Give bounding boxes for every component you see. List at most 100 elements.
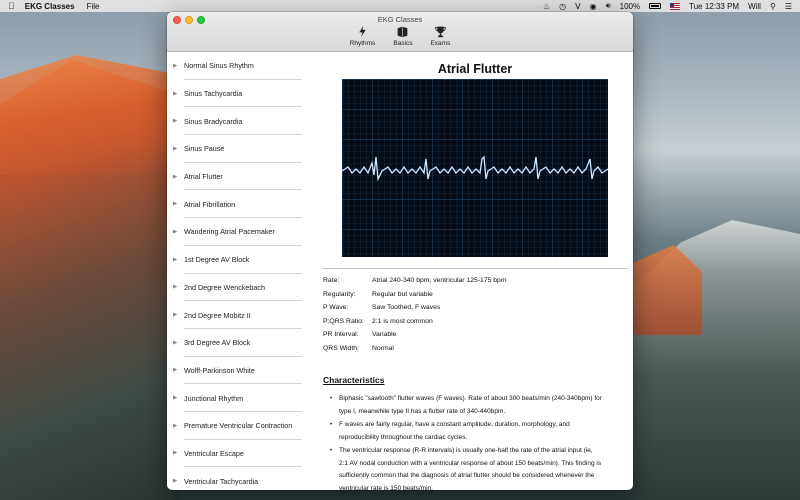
- app-window: EKG Classes Rhythms Basics Exams ▶ Normal…: [167, 12, 633, 490]
- bullet-icon: •: [329, 421, 333, 428]
- menu-user[interactable]: Will: [748, 2, 761, 11]
- notification-center-icon[interactable]: ☰: [785, 2, 792, 11]
- notification-bell-icon[interactable]: ♨: [543, 2, 550, 11]
- disclosure-triangle-icon: ▶: [173, 312, 178, 319]
- characteristic-text: Biphasic "sawtooth" flutter waves (F wav…: [339, 395, 602, 415]
- battery-icon[interactable]: [649, 3, 662, 9]
- sidebar-item-label: Sinus Tachycardia: [184, 89, 243, 99]
- sidebar-item-3rd-degree-av-block[interactable]: ▶ 3rd Degree AV Block: [167, 329, 307, 357]
- menu-app-name[interactable]: EKG Classes: [25, 2, 75, 11]
- menu-bar:  EKG Classes File ♨ ◷ ᐯ ◉ 🔊︎ 100% Tue 1…: [0, 0, 800, 12]
- sidebar-item-label: 1st Degree AV Block: [184, 255, 250, 265]
- sidebar-item-label: 3rd Degree AV Block: [184, 338, 251, 348]
- bullet-icon: •: [329, 395, 333, 402]
- rhythm-sidebar: ▶ Normal Sinus Rhythm ▶ Sinus Tachycardia …: [167, 52, 307, 490]
- sidebar-item-label: Junctional Rhythm: [184, 393, 244, 403]
- list-item: • Biphasic "sawtooth" flutter waves (F wa…: [323, 393, 603, 418]
- trophy-icon: [435, 26, 446, 38]
- property-value: Atrial 240-340 bpm, ventricular 125-175 …: [372, 277, 507, 285]
- toolbar-rhythms-button[interactable]: Rhythms: [349, 25, 376, 47]
- sidebar-item-normal-sinus-rhythm[interactable]: ▶ Normal Sinus Rhythm: [167, 52, 307, 80]
- sidebar-item-ventricular-escape[interactable]: ▶ Ventricular Escape: [167, 440, 307, 468]
- menu-file[interactable]: File: [87, 2, 100, 11]
- book-icon: [398, 26, 408, 38]
- sidebar-item-label: Normal Sinus Rhythm: [184, 61, 254, 71]
- disclosure-triangle-icon: ▶: [173, 256, 178, 263]
- disclosure-triangle-icon: ▶: [173, 339, 178, 346]
- bullet-icon: •: [329, 447, 333, 454]
- sidebar-item-label: Atrial Flutter: [184, 172, 223, 182]
- disclosure-triangle-icon: ▶: [173, 62, 178, 69]
- apple-icon[interactable]: : [8, 1, 15, 11]
- bluetooth-icon[interactable]: ᐯ: [575, 2, 580, 11]
- sidebar-item-atrial-fibrillation[interactable]: ▶ Atrial Fibrillation: [167, 190, 307, 218]
- sidebar-item-2nd-degree-wenckebach[interactable]: ▶ 2nd Degree Wenckebach: [167, 274, 307, 302]
- battery-percent[interactable]: 100%: [620, 2, 640, 11]
- sidebar-item-premature-ventricular-contraction[interactable]: ▶ Premature Ventricular Contraction: [167, 412, 307, 440]
- time-machine-icon[interactable]: ◷: [559, 2, 566, 11]
- volume-icon[interactable]: 🔊︎: [606, 1, 611, 11]
- sidebar-item-label: Ventricular Escape: [184, 448, 244, 458]
- property-row: QRS Width: Normal: [323, 342, 507, 356]
- property-label: Regularity:: [323, 290, 356, 298]
- property-value: 2:1 is most common: [372, 317, 433, 325]
- characteristic-text: F waves are fairly regular, have a const…: [339, 421, 570, 441]
- list-item: • F waves are fairly regular, have a cons…: [323, 419, 603, 444]
- disclosure-triangle-icon: ▶: [173, 450, 178, 457]
- sidebar-item-2nd-degree-mobitz-ii[interactable]: ▶ 2nd Degree Mobitz II: [167, 301, 307, 329]
- property-row: P Wave: Saw Toothed, F waves: [323, 301, 507, 315]
- sidebar-item-1st-degree-av-block[interactable]: ▶ 1st Degree AV Block: [167, 246, 307, 274]
- disclosure-triangle-icon: ▶: [173, 201, 178, 208]
- menu-bar-status: ♨ ◷ ᐯ ◉ 🔊︎ 100% Tue 12:33 PM Will ⚲ ☰: [543, 1, 792, 11]
- disclosure-triangle-icon: ▶: [173, 478, 178, 485]
- property-value: Normal: [372, 344, 394, 352]
- wifi-icon[interactable]: ◉: [590, 2, 597, 11]
- sidebar-item-sinus-pause[interactable]: ▶ Sinus Pause: [167, 135, 307, 163]
- window-titlebar: EKG Classes Rhythms Basics Exams: [167, 12, 633, 52]
- property-value: Saw Toothed, F waves: [372, 304, 441, 312]
- rhythm-detail: Atrial Flutter Rate: Atrial 240-340 bpm,…: [317, 52, 633, 490]
- toolbar-basics-button[interactable]: Basics: [393, 25, 412, 47]
- sidebar-item-wolff-parkinson-white[interactable]: ▶ Wolff-Parkinson White: [167, 357, 307, 385]
- property-row: Regularity: Regular but variable: [323, 288, 507, 302]
- list-item: • The ventricular response (R-R intervals…: [323, 445, 603, 490]
- sidebar-item-sinus-tachycardia[interactable]: ▶ Sinus Tachycardia: [167, 80, 307, 108]
- disclosure-triangle-icon: ▶: [173, 173, 178, 180]
- sidebar-item-sinus-bradycardia[interactable]: ▶ Sinus Bradycardia: [167, 107, 307, 135]
- property-value: Variable: [372, 331, 397, 339]
- ekg-strip-image: [341, 79, 609, 257]
- disclosure-triangle-icon: ▶: [173, 284, 178, 291]
- property-label: Rate:: [323, 277, 340, 285]
- toolbar-exams-label: Exams: [430, 40, 451, 47]
- disclosure-triangle-icon: ▶: [173, 422, 178, 429]
- sidebar-item-label: Sinus Bradycardia: [184, 116, 243, 126]
- spotlight-search-icon[interactable]: ⚲: [770, 2, 776, 11]
- property-label: P Wave:: [323, 304, 349, 312]
- disclosure-triangle-icon: ▶: [173, 395, 178, 402]
- us-flag-icon[interactable]: [670, 2, 681, 10]
- toolbar-basics-label: Basics: [393, 40, 413, 47]
- sidebar-item-label: Wolff-Parkinson White: [184, 365, 255, 375]
- sidebar-item-label: Premature Ventricular Contraction: [184, 421, 293, 431]
- sidebar-item-label: 2nd Degree Wenckebach: [184, 282, 265, 292]
- toolbar-exams-button[interactable]: Exams: [430, 25, 450, 47]
- toolbar-rhythms-label: Rhythms: [349, 40, 376, 47]
- characteristic-text: The ventricular response (R-R intervals)…: [339, 447, 602, 490]
- property-row: P:QRS Ratio: 2:1 is most common: [323, 315, 507, 329]
- sidebar-item-wandering-atrial-pacemaker[interactable]: ▶ Wandering Atrial Pacemaker: [167, 218, 307, 246]
- characteristics-list: • Biphasic "sawtooth" flutter waves (F wa…: [323, 393, 603, 490]
- sidebar-item-label: Wandering Atrial Pacemaker: [184, 227, 275, 237]
- sidebar-item-atrial-flutter[interactable]: ▶ Atrial Flutter: [167, 163, 307, 191]
- menu-clock[interactable]: Tue 12:33 PM: [689, 2, 739, 11]
- sidebar-item-label: Sinus Pause: [184, 144, 225, 154]
- rhythm-title: Atrial Flutter: [437, 62, 513, 76]
- property-label: P:QRS Ratio:: [323, 317, 364, 325]
- sidebar-item-ventricular-tachycardia[interactable]: ▶ Ventricular Tachycardia: [167, 467, 307, 490]
- sidebar-item-junctional-rhythm[interactable]: ▶ Junctional Rhythm: [167, 384, 307, 412]
- rhythm-properties: Rate: Atrial 240-340 bpm, ventricular 125…: [323, 274, 507, 355]
- property-row: Rate: Atrial 240-340 bpm, ventricular 125…: [323, 274, 507, 288]
- disclosure-triangle-icon: ▶: [173, 228, 178, 235]
- characteristics-heading: Characteristics: [323, 375, 385, 385]
- disclosure-triangle-icon: ▶: [173, 90, 178, 97]
- property-value: Regular but variable: [372, 290, 433, 298]
